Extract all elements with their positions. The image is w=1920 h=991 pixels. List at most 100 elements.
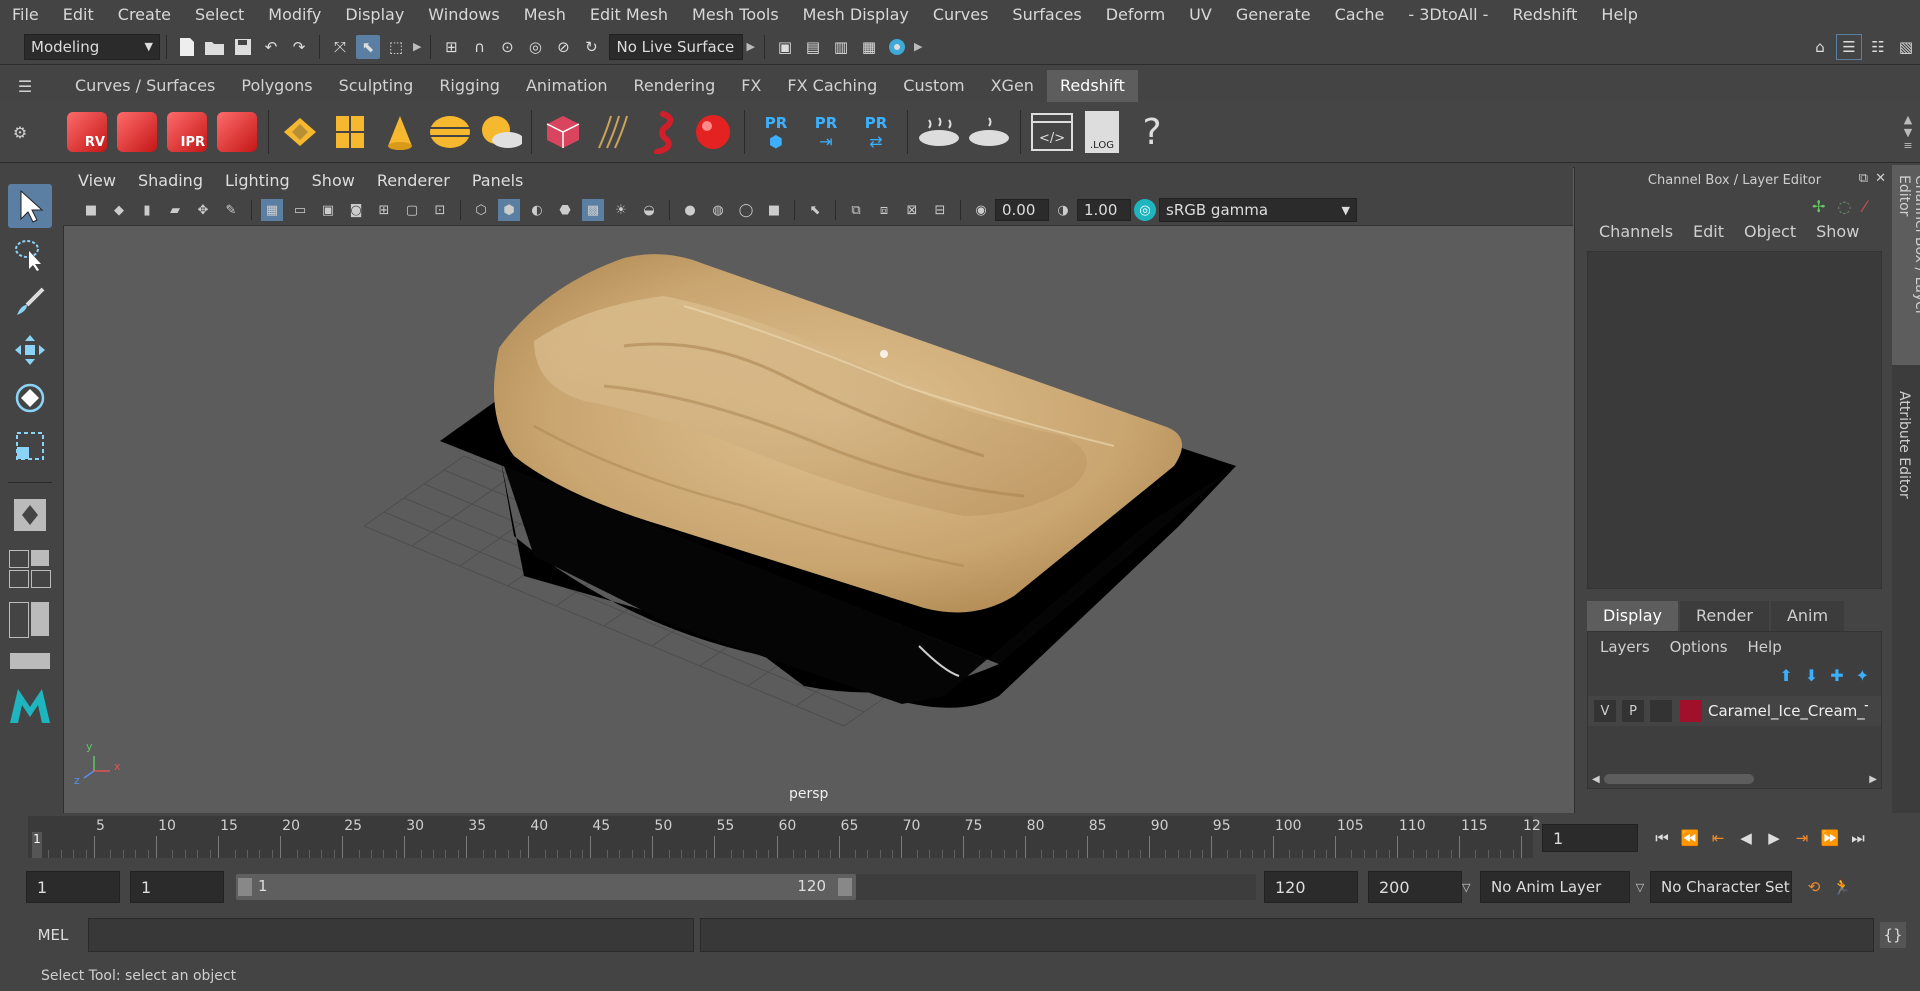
select-component-icon[interactable]: ⬚ <box>384 35 408 59</box>
shelf-scroll[interactable]: ▲ ▼ ≡ <box>1896 113 1920 152</box>
layout-single-icon[interactable] <box>31 550 49 566</box>
float-panel-icon[interactable]: ⧉ <box>1859 171 1868 186</box>
rs-render-sequence-icon[interactable] <box>115 110 159 154</box>
scroll-thumb[interactable] <box>1603 774 1754 784</box>
character-set-field[interactable]: No Character Set <box>1650 871 1792 903</box>
tab-curves-surfaces[interactable]: Curves / Surfaces <box>62 70 228 102</box>
vp-menu-panels[interactable]: Panels <box>461 167 535 195</box>
safe-title-icon[interactable]: ⊡ <box>429 199 451 221</box>
xray-icon[interactable]: ⧉ <box>845 199 867 221</box>
tab-polygons[interactable]: Polygons <box>228 70 325 102</box>
anim-prefs-icon[interactable]: ⟲ <box>1802 875 1826 899</box>
chevron-down-icon[interactable]: ▽ <box>1630 881 1650 894</box>
layout-grid-icon[interactable] <box>31 570 51 588</box>
layer-display-type[interactable] <box>1650 700 1672 722</box>
field-chart-icon[interactable]: ⊞ <box>373 199 395 221</box>
layer-playback-toggle[interactable]: P <box>1622 700 1644 722</box>
toggle-channelbox-icon[interactable]: ☷ <box>1866 35 1890 59</box>
tab-rigging[interactable]: Rigging <box>426 70 513 102</box>
rs-area-light-icon[interactable] <box>278 110 322 154</box>
select-object-icon[interactable]: ⬉ <box>356 34 380 59</box>
lasso-tool-icon[interactable] <box>8 232 52 276</box>
snap-curve-icon[interactable]: ∩ <box>467 35 491 59</box>
new-scene-icon[interactable] <box>175 35 199 59</box>
tab-sculpting[interactable]: Sculpting <box>326 70 427 102</box>
ipr-render-icon[interactable]: ▥ <box>829 35 853 59</box>
chevron-down-icon[interactable]: ▼ <box>1904 126 1912 139</box>
chevron-down-icon[interactable]: ▽ <box>1462 881 1472 894</box>
rs-pr-object-icon[interactable]: PR ⬢ <box>754 110 798 154</box>
rs-bake-set-icon[interactable] <box>967 110 1011 154</box>
xray-components-icon[interactable]: ⊠ <box>901 199 923 221</box>
menu-curves[interactable]: Curves <box>921 0 1001 29</box>
screen-space-ao-icon[interactable]: ● <box>679 199 701 221</box>
hypershade-icon[interactable] <box>885 35 909 59</box>
menu-windows[interactable]: Windows <box>416 0 511 29</box>
rs-log-icon[interactable]: .LOG <box>1080 110 1124 154</box>
tab-attribute-editor[interactable]: Attribute Editor <box>1892 381 1916 509</box>
menu-mesh[interactable]: Mesh <box>512 0 578 29</box>
chevron-right-icon[interactable]: ▶ <box>914 40 922 53</box>
command-input[interactable] <box>88 918 694 952</box>
use-all-lights-icon[interactable]: ☀ <box>610 199 632 221</box>
rs-volume-icon[interactable] <box>641 110 685 154</box>
depth-of-field-icon[interactable]: ■ <box>763 199 785 221</box>
tab-anim[interactable]: Anim <box>1770 601 1845 631</box>
use-default-material-icon[interactable]: ◐ <box>526 199 548 221</box>
layout-quad-icon[interactable] <box>9 550 29 568</box>
rs-proxy-icon[interactable] <box>541 110 585 154</box>
menu-file[interactable]: File <box>0 0 51 29</box>
rs-render-view-icon[interactable]: RV <box>65 110 109 154</box>
colorspace-dropdown[interactable]: sRGB gamma ▼ <box>1159 198 1357 222</box>
rs-ipr-icon[interactable]: IPR <box>165 110 209 154</box>
step-back-icon[interactable]: ⏪ <box>1678 826 1702 850</box>
vp-menu-shading[interactable]: Shading <box>127 167 214 195</box>
rs-settings-icon[interactable] <box>215 110 259 154</box>
menu-redshift[interactable]: Redshift <box>1500 0 1589 29</box>
step-forward-icon[interactable]: ⏩ <box>1818 826 1842 850</box>
menu-modify[interactable]: Modify <box>256 0 333 29</box>
rs-portal-light-icon[interactable] <box>328 110 372 154</box>
viewport-3d[interactable]: y x z persp <box>64 226 1572 812</box>
camera-select-icon[interactable]: ■ <box>80 199 102 221</box>
tab-xgen[interactable]: XGen <box>978 70 1047 102</box>
layer-row[interactable]: V P Caramel_Ice_Cream_Tra <box>1588 696 1881 726</box>
menu-uv[interactable]: UV <box>1177 0 1224 29</box>
menu-3dtoall[interactable]: - 3DtoAll - <box>1396 0 1500 29</box>
chevron-right-icon[interactable]: ▶ <box>413 40 421 53</box>
rs-sphere-icon[interactable] <box>691 110 735 154</box>
show-manipulator-icon[interactable] <box>8 493 52 537</box>
anti-alias-icon[interactable]: ◯ <box>735 199 757 221</box>
range-track[interactable] <box>856 874 1256 900</box>
rs-hair-icon[interactable] <box>591 110 635 154</box>
render-frame-icon[interactable]: ▤ <box>801 35 825 59</box>
rs-dome-light-icon[interactable] <box>428 110 472 154</box>
new-layer-selected-icon[interactable]: ✦ <box>1856 666 1869 685</box>
snap-surface-icon[interactable]: ⊘ <box>551 35 575 59</box>
scale-tool-icon[interactable] <box>8 424 52 468</box>
tab-custom[interactable]: Custom <box>890 70 977 102</box>
bookmark-icon[interactable]: ▮ <box>136 199 158 221</box>
resolution-gate-icon[interactable]: ▣ <box>317 199 339 221</box>
smooth-shade-icon[interactable]: ⬢ <box>498 199 520 221</box>
gamma-icon[interactable]: ◑ <box>1052 199 1074 221</box>
layer-name[interactable]: Caramel_Ice_Cream_Tra <box>1708 702 1868 720</box>
paint-select-tool-icon[interactable] <box>8 280 52 324</box>
film-gate-icon[interactable]: ▭ <box>289 199 311 221</box>
grease-pencil-icon[interactable]: ✎ <box>220 199 242 221</box>
rs-sun-sky-icon[interactable] <box>478 110 522 154</box>
rs-bake-icon[interactable] <box>917 110 961 154</box>
step-forward-key-icon[interactable]: ⇥ <box>1790 826 1814 850</box>
menu-help[interactable]: Help <box>1589 0 1649 29</box>
open-scene-icon[interactable] <box>203 35 227 59</box>
gamma-field[interactable]: 1.00 <box>1077 199 1131 221</box>
mode-selector[interactable]: Modeling ▼ <box>24 33 160 60</box>
scene-end-field[interactable]: 200 <box>1368 871 1462 903</box>
render-view-icon[interactable]: ▣ <box>773 35 797 59</box>
menu-mesh-tools[interactable]: Mesh Tools <box>680 0 791 29</box>
range-slider[interactable]: 1 120 <box>236 874 856 900</box>
manipulator-icon[interactable]: ✢ <box>1812 197 1825 216</box>
tab-fx[interactable]: FX <box>728 70 774 102</box>
vp-menu-lighting[interactable]: Lighting <box>214 167 301 195</box>
textured-icon[interactable]: ▩ <box>582 199 604 221</box>
